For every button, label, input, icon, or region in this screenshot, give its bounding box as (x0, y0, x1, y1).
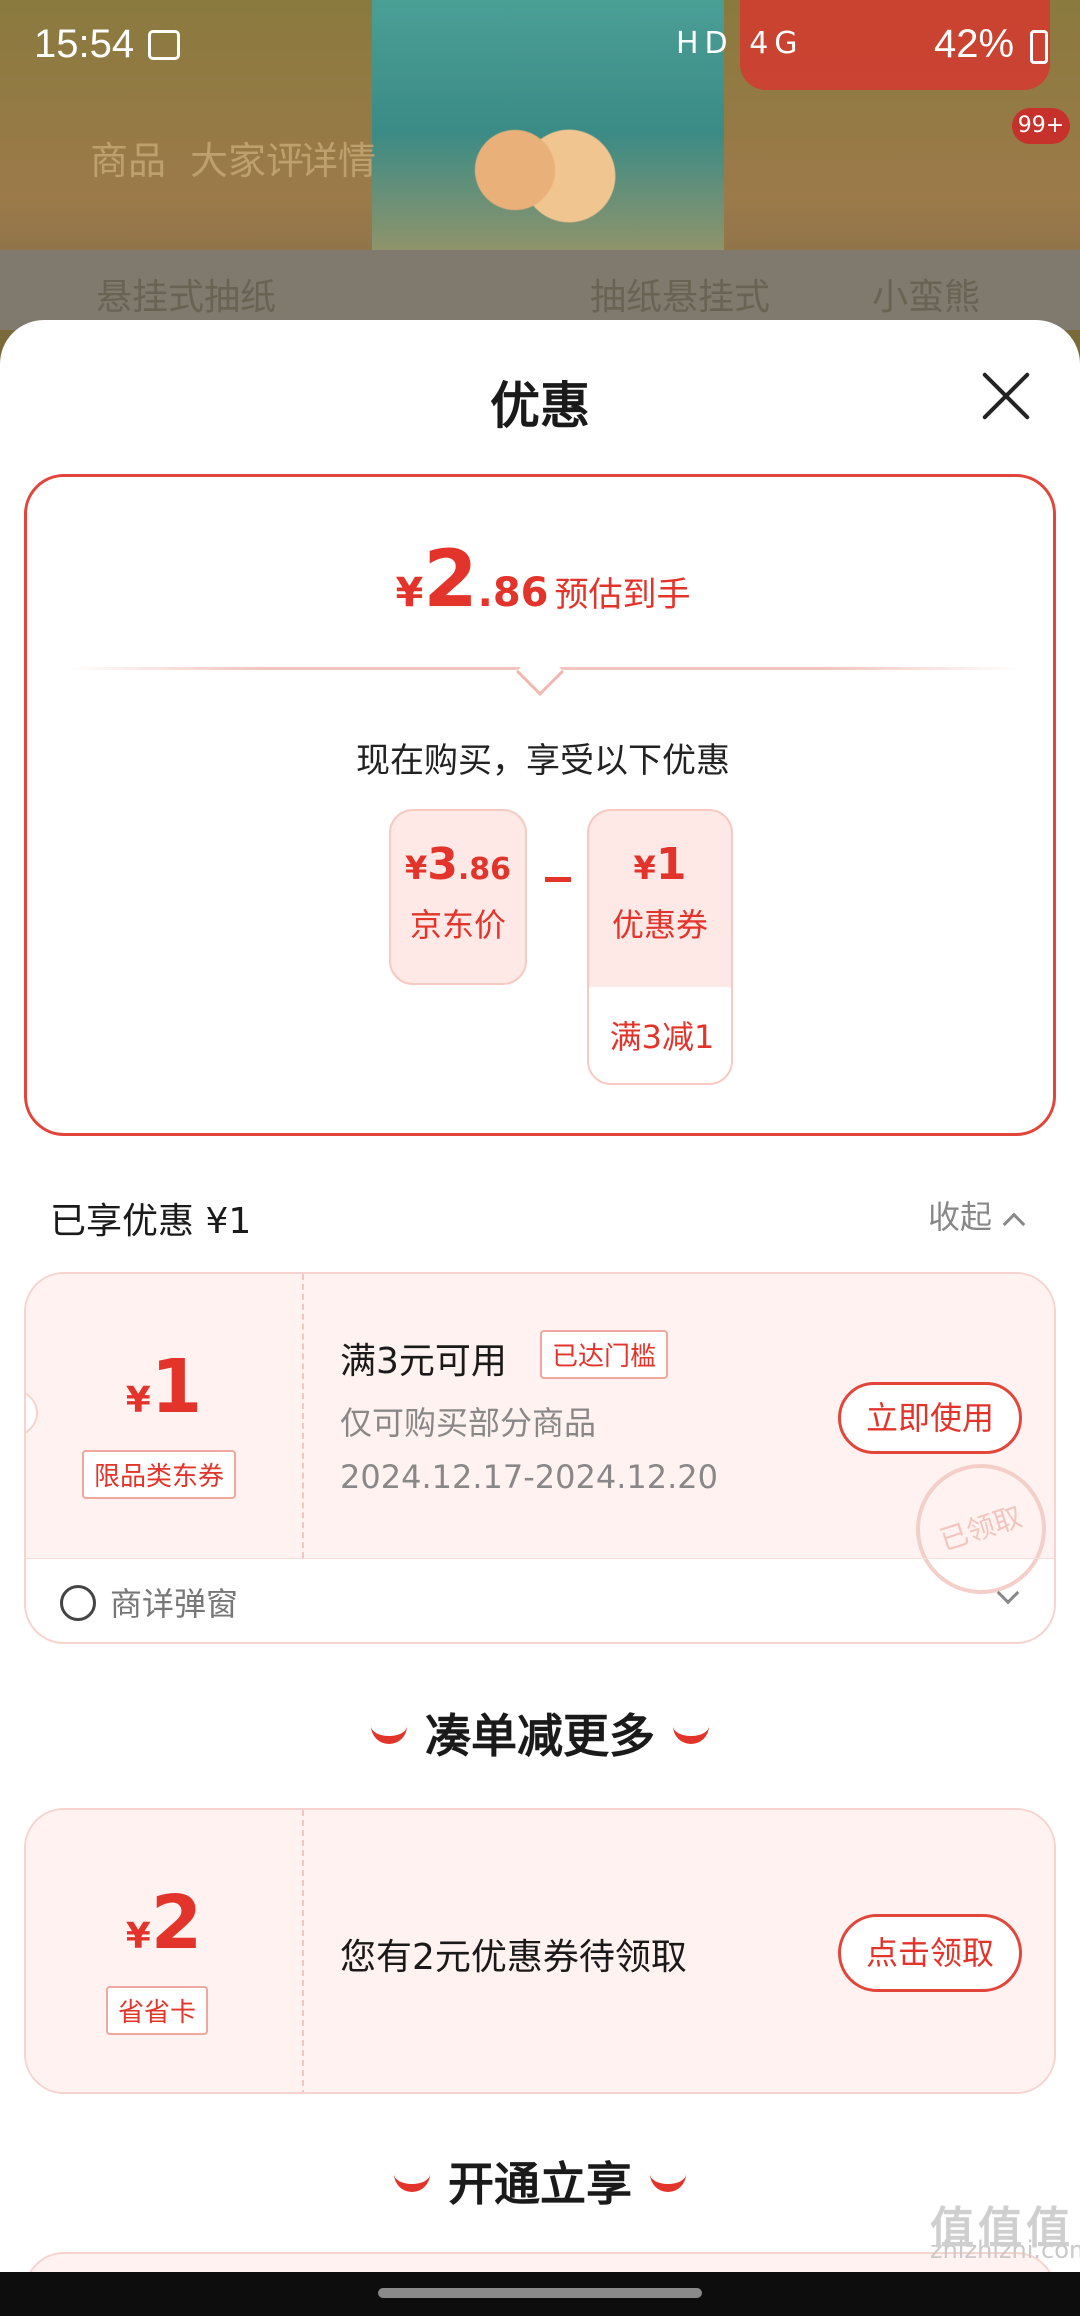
tab-details[interactable]: 详情 (300, 130, 376, 185)
coupon-source-icon (60, 1585, 96, 1621)
jd-price-label: 京东价 (409, 906, 506, 944)
threshold-reached-tag: 已达门槛 (540, 1330, 669, 1379)
collapse-toggle[interactable]: 收起 (928, 1192, 1026, 1238)
minus-sign (545, 877, 571, 882)
applied-coupon-card: ¥1 限品类东券 满3元可用 已达门槛 仅可购买部分商品 2024.12.17-… (24, 1272, 1056, 1644)
jd-price-integer: 3 (427, 839, 458, 890)
battery-icon (1030, 30, 1048, 64)
section-more-title: 凑单减更多 (425, 1709, 655, 1763)
coupon-value: ¥2 (26, 1880, 302, 1966)
coupon-value: ¥1 (26, 1344, 302, 1430)
gallery-icon (148, 30, 180, 60)
collapse-label: 收起 (928, 1198, 993, 1236)
coupon-footer[interactable]: 商详弹窗 (26, 1558, 1054, 1642)
jd-price-box: ¥3.86 京东价 (389, 809, 527, 985)
estimate-label: 预估到手 (554, 575, 691, 615)
coupon-amount: 1 (150, 1344, 203, 1430)
coupon-box-label: 优惠券 (611, 906, 708, 944)
coupon-amount: 2 (150, 1880, 203, 1966)
price-summary-card: ¥2.86 预估到手 现在购买，享受以下优惠 ¥3.86 京东价 ¥1 优惠券 满… (24, 474, 1056, 1136)
coupon-separator (302, 1274, 304, 1558)
coupon-type-tag: 限品类东券 (82, 1450, 237, 1499)
coupon-box-currency: ¥ (633, 849, 656, 887)
coupon-type-tag: 省省卡 (106, 1986, 209, 2035)
coupon-source-label: 商详弹窗 (110, 1585, 239, 1623)
status-time: 15:54 (34, 22, 135, 66)
tab-goods[interactable]: 商品 (90, 130, 166, 185)
search-row: 悬挂式抽纸 抽纸悬挂式 小蛮熊 (0, 250, 1080, 330)
coupon-title: 您有2元优惠券待领取 (340, 1937, 687, 1978)
discount-sheet: 优惠 ¥2.86 预估到手 现在购买，享受以下优惠 ¥3.86 京东价 ¥1 优惠… (0, 320, 1080, 2316)
coupon-box-integer: 1 (655, 839, 687, 890)
watermark-logo: 值值值 (930, 2203, 1074, 2254)
status-icons: HD 4G (676, 26, 804, 61)
smile-icon (371, 1726, 407, 1744)
battery-level: 42% (934, 22, 1015, 66)
estimate-decimal: .86 (477, 570, 549, 616)
claim-button[interactable]: 点击领取 (838, 1914, 1022, 1992)
jd-price-currency: ¥ (404, 849, 428, 887)
close-icon[interactable] (978, 368, 1034, 424)
estimate-integer: 2 (423, 535, 478, 625)
section-open-membership: 开通立享 (0, 2148, 1080, 2214)
estimate-currency: ¥ (395, 570, 424, 616)
coupon-box: ¥1 优惠券 满3减1 (587, 809, 733, 1085)
coupon-currency: ¥ (125, 1380, 151, 1421)
use-now-button[interactable]: 立即使用 (838, 1382, 1022, 1454)
search-placeholder[interactable]: 悬挂式抽纸 (96, 268, 276, 320)
status-bar: 15:54 HD 4G 42% (0, 0, 1080, 96)
sheet-title: 优惠 (490, 377, 590, 435)
product-nav-tabs: 商品 大家评 详情 (0, 120, 1080, 200)
section-more-discounts: 凑单减更多 (0, 1700, 1080, 1766)
pending-coupon-card: ¥2 省省卡 您有2元优惠券待领取 点击领取 (24, 1808, 1056, 2094)
section-open-title: 开通立享 (448, 2157, 632, 2211)
jd-price-decimal: .86 (457, 852, 512, 887)
coupon-currency: ¥ (125, 1916, 151, 1957)
smile-icon (394, 2174, 430, 2192)
estimated-price: ¥2.86 预估到手 (27, 535, 1059, 625)
chevron-up-icon (1002, 1212, 1026, 1236)
tab-reviews[interactable]: 大家评 (190, 130, 304, 185)
watermark: 值值值 zhizhizhi.com (930, 2203, 1080, 2264)
smile-icon (650, 2174, 686, 2192)
divider-notch (515, 647, 565, 697)
search-chip-1[interactable]: 抽纸悬挂式 (590, 268, 770, 320)
coupon-desc: 仅可购买部分商品 (340, 1404, 597, 1442)
coupon-box-condition: 满3减1 (589, 987, 731, 1083)
coupon-separator (302, 1810, 304, 2092)
home-gesture-bar[interactable] (378, 2288, 702, 2298)
breakdown-subtitle: 现在购买，享受以下优惠 (356, 741, 730, 781)
enjoyed-discount-label: 已享优惠 ¥1 (50, 1201, 252, 1242)
system-nav-bar (0, 2272, 1080, 2316)
chevron-down-icon (996, 1581, 1020, 1605)
search-chip-2[interactable]: 小蛮熊 (872, 268, 980, 320)
smile-icon (673, 1726, 709, 1744)
coupon-title: 满3元可用 (340, 1341, 507, 1382)
coupon-dates: 2024.12.17-2024.12.20 (340, 1458, 718, 1496)
